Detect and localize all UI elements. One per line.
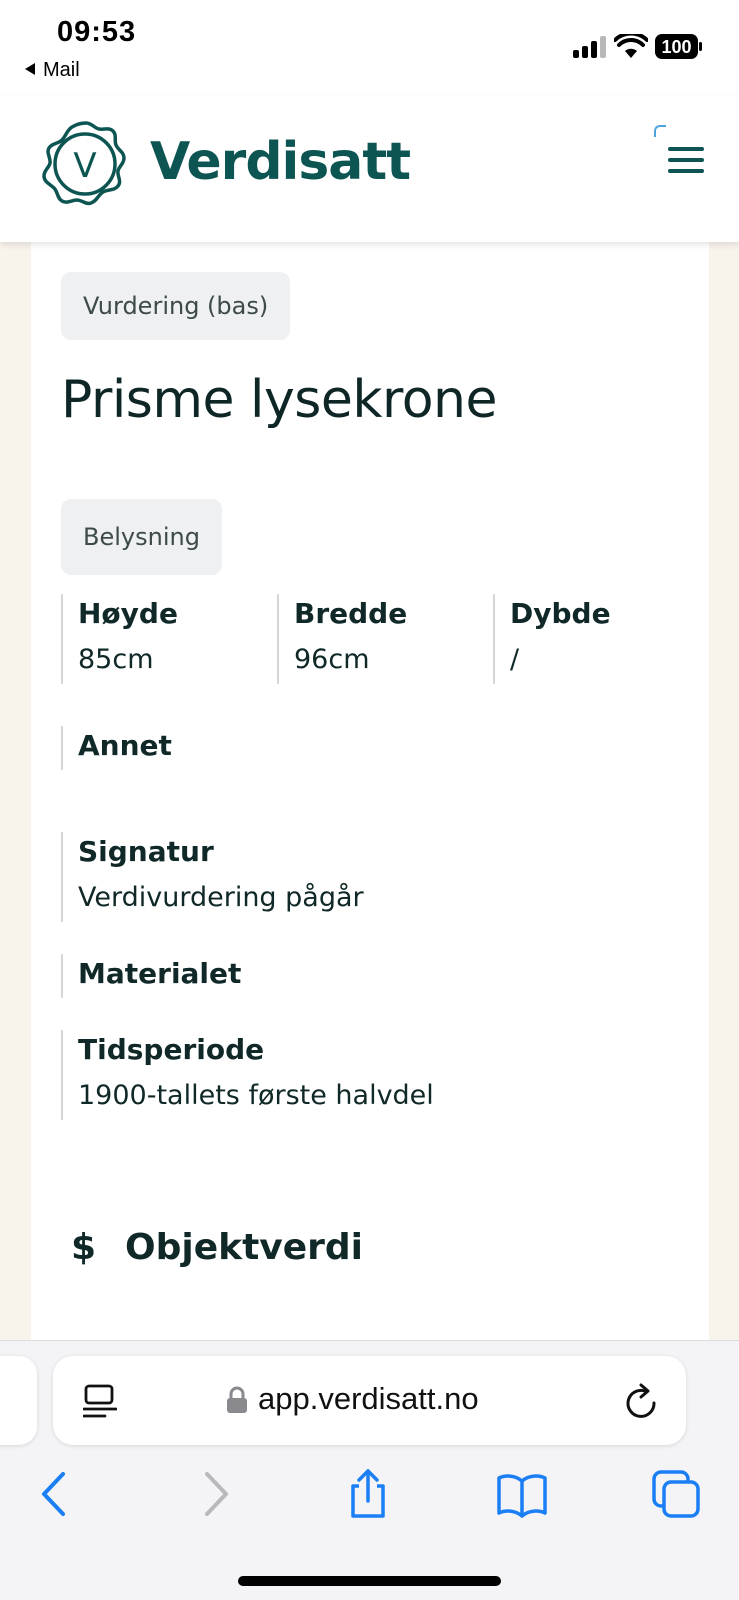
back-to-mail-link[interactable]: Mail: [25, 59, 80, 82]
attribute-value: /: [510, 644, 520, 675]
tabs-icon[interactable]: [652, 1469, 702, 1519]
item-detail-card: Vurdering (bas) Prisme lysekrone Belysni…: [31, 242, 709, 1342]
reload-icon[interactable]: [624, 1382, 660, 1420]
status-time: 09:53: [57, 16, 137, 48]
forward-chevron-icon[interactable]: [190, 1469, 240, 1519]
loading-spinner-icon: [654, 125, 666, 137]
attribute-other: Annet: [61, 726, 172, 770]
battery-icon: 100: [655, 34, 702, 59]
attribute-depth: Dybde /: [493, 594, 611, 684]
dollar-icon: $: [71, 1227, 97, 1268]
object-value-title: Objektverdi: [125, 1227, 364, 1268]
previous-tab-preview[interactable]: [0, 1356, 37, 1445]
lock-icon: [227, 1386, 247, 1413]
page-format-icon[interactable]: [83, 1384, 117, 1420]
attribute-width: Bredde 96cm: [277, 594, 407, 684]
url-text[interactable]: app.verdisatt.no: [258, 1381, 479, 1417]
attribute-label: Høyde: [78, 597, 178, 630]
status-bar: 09:53 Mail 100: [0, 0, 739, 95]
back-chevron-icon[interactable]: [30, 1469, 80, 1519]
verdisatt-seal-logo-icon[interactable]: V: [42, 119, 130, 211]
app-header: V Verdisatt: [0, 95, 739, 242]
attribute-label: Dybde: [510, 597, 611, 630]
hamburger-menu-icon[interactable]: [668, 147, 704, 173]
attribute-value: 85cm: [78, 644, 154, 675]
attribute-signature: Signatur Verdivurdering pågår: [61, 832, 364, 922]
browser-navigation: [0, 1469, 739, 1525]
back-app-label: Mail: [43, 59, 80, 81]
category-chip: Belysning: [61, 499, 222, 575]
attribute-period: Tidsperiode 1900-tallets første halvdel: [61, 1030, 434, 1120]
object-value-heading: $ Objektverdi: [71, 1227, 363, 1268]
attribute-value: 1900-tallets første halvdel: [78, 1080, 434, 1111]
battery-level-text: 100: [661, 37, 691, 57]
back-triangle-icon: [25, 62, 35, 75]
address-bar[interactable]: app.verdisatt.no: [53, 1356, 686, 1445]
attribute-label: Materialet: [78, 957, 242, 990]
valuation-type-chip: Vurdering (bas): [61, 272, 291, 340]
attribute-height: Høyde 85cm: [61, 594, 178, 684]
brand-name[interactable]: Verdisatt: [150, 132, 411, 192]
cellular-signal-icon: [573, 36, 607, 58]
attribute-value: Verdivurdering pågår: [78, 882, 364, 913]
browser-toolbar: app.verdisatt.no: [0, 1340, 739, 1600]
item-title: Prisme lysekrone: [61, 370, 497, 430]
share-icon[interactable]: [343, 1469, 393, 1519]
attribute-material: Materialet: [61, 954, 241, 998]
home-indicator[interactable]: [238, 1576, 501, 1586]
attribute-value: 96cm: [294, 644, 370, 675]
logo-letter: V: [73, 146, 96, 186]
wifi-icon: [614, 34, 648, 58]
attribute-label: Annet: [78, 729, 172, 762]
attribute-label: Signatur: [78, 835, 214, 868]
attribute-label: Tidsperiode: [78, 1033, 265, 1066]
bookmarks-book-icon[interactable]: [497, 1469, 547, 1519]
attribute-label: Bredde: [294, 597, 408, 630]
